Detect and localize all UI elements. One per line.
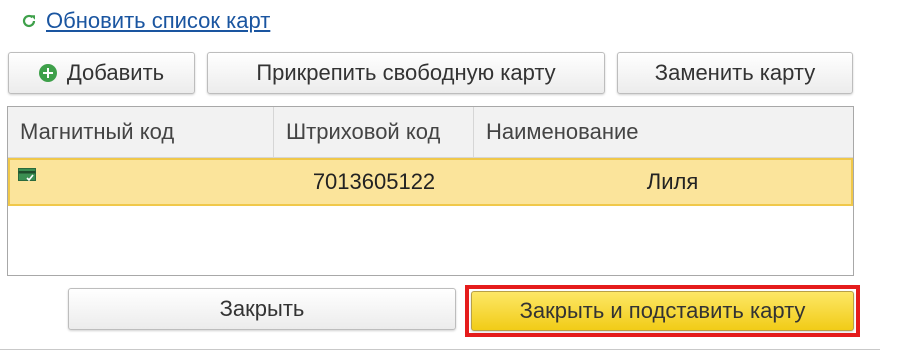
refresh-cards-label[interactable]: Обновить список карт xyxy=(46,8,270,34)
cell-magnetic-code[interactable] xyxy=(10,160,274,204)
refresh-icon xyxy=(22,14,36,28)
attach-free-card-button[interactable]: Прикрепить свободную карту xyxy=(207,52,605,94)
replace-card-button[interactable]: Заменить карту xyxy=(617,52,853,94)
add-button-label: Добавить xyxy=(66,60,165,85)
cards-table[interactable]: Магнитный код Штриховой код Наименование… xyxy=(7,106,854,276)
refresh-cards-link[interactable]: Обновить список карт xyxy=(20,8,270,34)
close-button-label: Закрыть xyxy=(219,296,305,321)
close-and-insert-card-label: Закрыть и подставить карту xyxy=(519,298,806,323)
cell-barcode[interactable]: 7013605122 xyxy=(274,160,474,204)
table-row[interactable]: 7013605122 Лиля xyxy=(8,158,853,206)
table-header: Магнитный код Штриховой код Наименование xyxy=(8,107,853,158)
close-and-insert-highlight: Закрыть и подставить карту xyxy=(465,285,860,337)
attach-free-card-label: Прикрепить свободную карту xyxy=(256,60,556,85)
card-icon xyxy=(18,168,36,181)
replace-card-label: Заменить карту xyxy=(654,60,816,85)
divider xyxy=(0,349,880,350)
close-and-insert-card-button[interactable]: Закрыть и подставить карту xyxy=(471,291,854,331)
column-header-name[interactable]: Наименование xyxy=(474,107,853,157)
column-header-magnetic-code[interactable]: Магнитный код xyxy=(8,107,274,157)
close-button[interactable]: Закрыть xyxy=(68,288,456,330)
cell-name[interactable]: Лиля xyxy=(474,160,851,204)
column-header-barcode[interactable]: Штриховой код xyxy=(274,107,474,157)
add-button[interactable]: Добавить xyxy=(8,52,195,94)
add-icon xyxy=(38,64,57,82)
